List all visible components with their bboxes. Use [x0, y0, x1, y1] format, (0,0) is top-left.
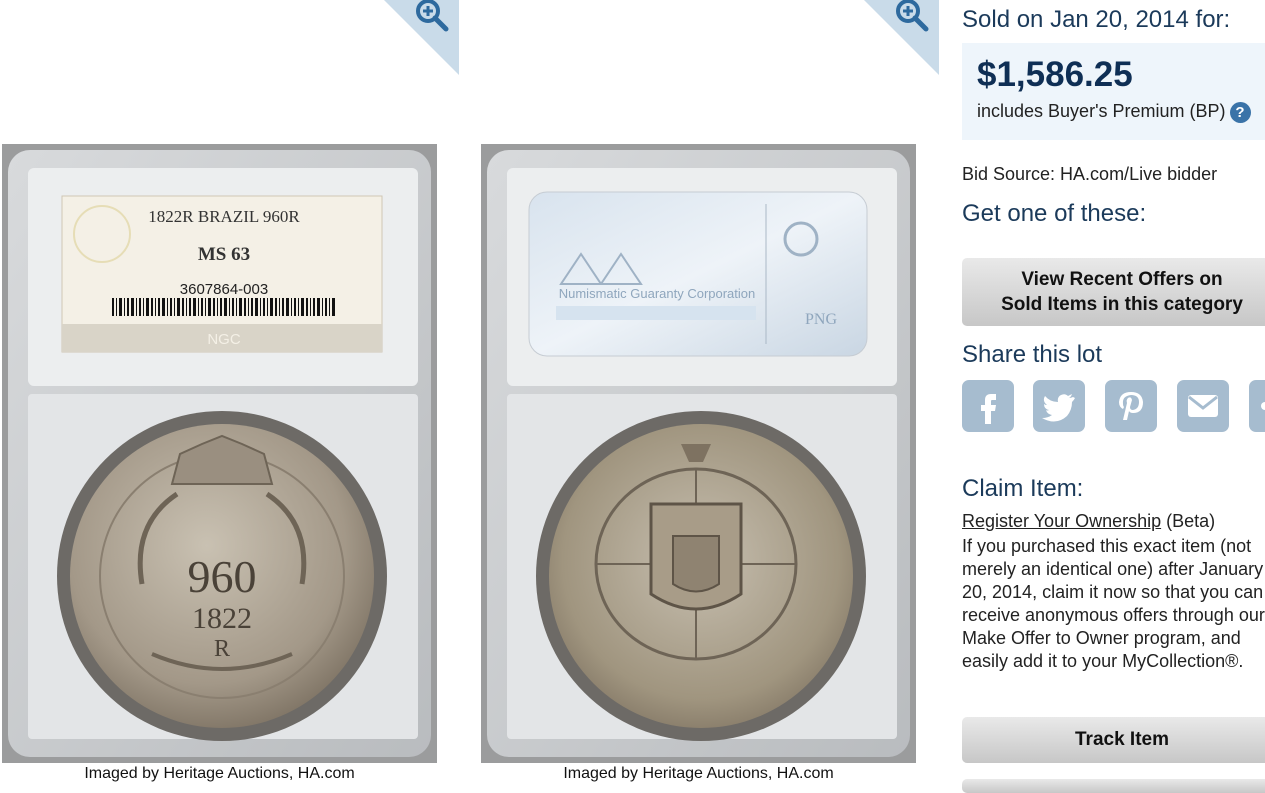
- buyers-premium-note: includes Buyer's Premium (BP)?: [977, 101, 1251, 123]
- reverse-label-png: PNG: [805, 311, 837, 328]
- obverse-caption: Imaged by Heritage Auctions, HA.com: [84, 765, 355, 782]
- reverse-caption: Imaged by Heritage Auctions, HA.com: [563, 765, 834, 782]
- sold-heading: Sold on Jan 20, 2014 for:: [962, 6, 1231, 33]
- register-ownership-link[interactable]: Register Your Ownership: [962, 511, 1161, 531]
- zoom-corner-reverse[interactable]: [864, 0, 939, 75]
- view-recent-offers-button[interactable]: View Recent Offers on Sold Items in this…: [962, 258, 1265, 326]
- label-grade: MS 63: [198, 244, 250, 265]
- coin-denom: 960: [188, 551, 257, 602]
- get-one-heading: Get one of these:: [962, 200, 1147, 227]
- coin-year: 1822: [192, 602, 252, 635]
- obverse-image[interactable]: 1822R BRAZIL 960R MS 63 3607864-003 NGC …: [2, 144, 437, 763]
- next-button-edge[interactable]: [962, 779, 1265, 793]
- reverse-image[interactable]: Numismatic Guaranty Corporation PNG: [481, 144, 916, 763]
- email-icon[interactable]: [1177, 380, 1229, 432]
- bid-source: Bid Source: HA.com/Live bidder: [962, 164, 1218, 184]
- sold-price: $1,586.25: [977, 55, 1133, 94]
- claim-description: If you purchased this exact item (not me…: [962, 536, 1265, 671]
- zoom-in-icon: [384, 0, 459, 75]
- claim-line: Register Your Ownership (Beta): [962, 511, 1215, 532]
- label-cert: 3607864-003: [180, 281, 268, 298]
- reverse-slab-graphic: Numismatic Guaranty Corporation PNG: [481, 144, 916, 763]
- view-offers-line2: Sold Items in this category: [1001, 294, 1243, 315]
- zoom-corner-obverse[interactable]: [384, 0, 459, 75]
- price-box: $1,586.25 includes Buyer's Premium (BP)?: [962, 43, 1265, 140]
- obverse-slab-graphic: 1822R BRAZIL 960R MS 63 3607864-003 NGC …: [2, 144, 437, 763]
- beta-label: (Beta): [1161, 511, 1216, 531]
- label-brand: NGC: [207, 331, 241, 348]
- claim-heading: Claim Item:: [962, 475, 1084, 502]
- share-heading: Share this lot: [962, 341, 1103, 368]
- help-icon[interactable]: ?: [1229, 101, 1251, 123]
- zoom-in-icon: [864, 0, 939, 75]
- lot-sidebar: Sold on Jan 20, 2014 for: $1,586.25 incl…: [939, 0, 1265, 793]
- label-title: 1822R BRAZIL 960R: [148, 207, 300, 226]
- view-offers-line1: View Recent Offers on: [1021, 269, 1223, 290]
- reverse-label-text: Numismatic Guaranty Corporation: [559, 286, 756, 301]
- twitter-icon[interactable]: [1033, 380, 1085, 432]
- track-item-button[interactable]: Track Item: [962, 717, 1265, 763]
- pinterest-icon[interactable]: [1105, 380, 1157, 432]
- facebook-icon[interactable]: [962, 380, 1014, 432]
- coin-mint: R: [214, 636, 230, 662]
- buyers-premium-text: includes Buyer's Premium (BP): [977, 101, 1226, 121]
- link-icon[interactable]: [1249, 380, 1265, 432]
